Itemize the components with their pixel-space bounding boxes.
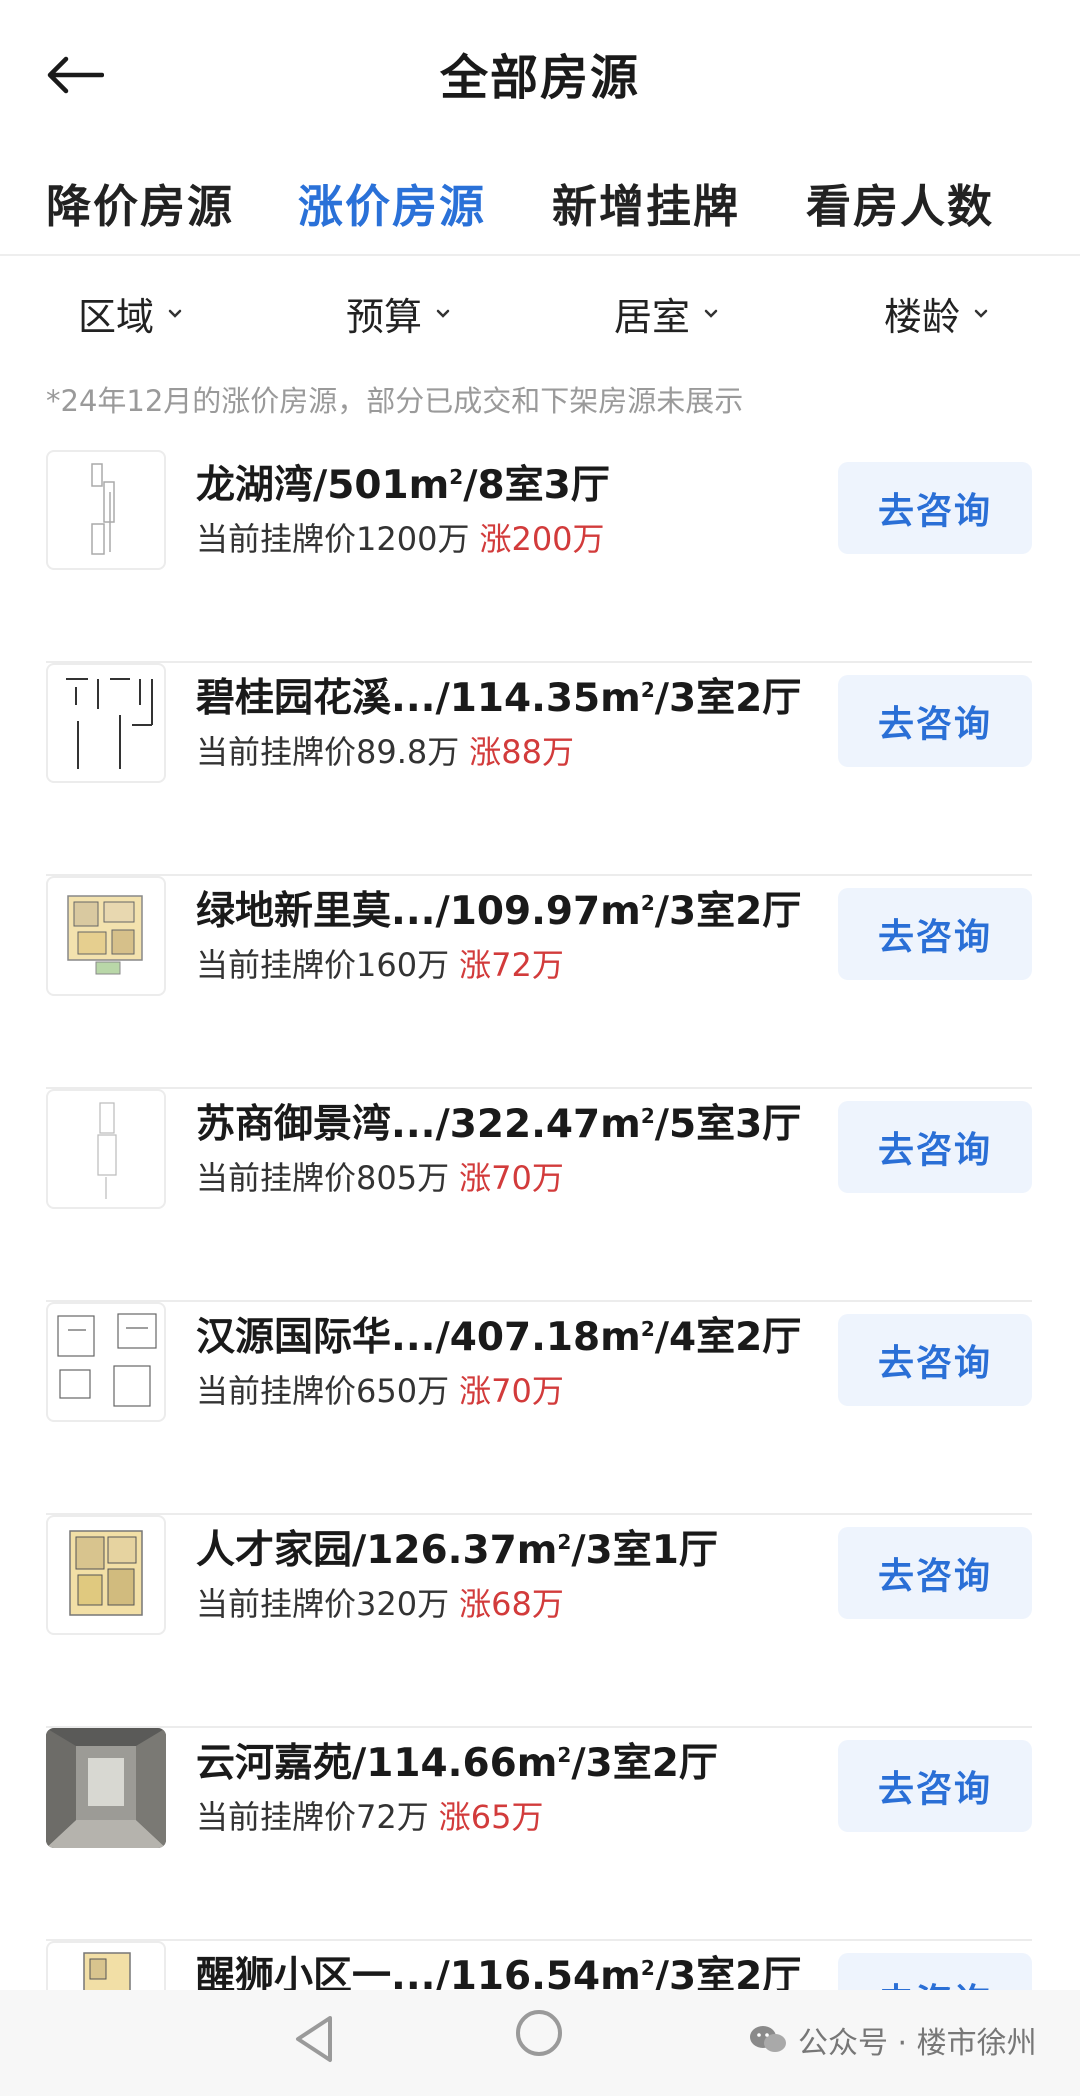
listing-price: 当前挂牌价650万 涨70万 [196, 1372, 564, 1410]
filter-budget[interactable]: 预算 [346, 286, 452, 341]
filter-area[interactable]: 区域 [78, 286, 184, 341]
consult-button[interactable]: 去咨询 [838, 888, 1032, 980]
filter-label: 区域 [78, 295, 155, 339]
consult-button[interactable]: 去咨询 [838, 462, 1032, 554]
listing-row[interactable]: 碧桂园花溪.../114.35m2/3室2厅 当前挂牌价89.8万 涨88万 去咨… [46, 663, 1032, 876]
watermark: 公众号 · 楼市徐州 [748, 2018, 1037, 2062]
chevron-down-icon [974, 309, 988, 318]
consult-button[interactable]: 去咨询 [838, 675, 1032, 767]
filter-bar: 区域 预算 居室 楼龄 [0, 280, 1080, 350]
wechat-icon [750, 2026, 786, 2052]
listing-row[interactable]: 云河嘉苑/114.66m2/3室2厅 当前挂牌价72万 涨65万 去咨询 [46, 1728, 1032, 1941]
floorplan-thumbnail [46, 876, 166, 996]
price-rise: 涨68万 [459, 1585, 564, 1623]
filter-rooms[interactable]: 居室 [614, 286, 720, 341]
floorplan-thumbnail [46, 1089, 166, 1209]
tab-new-listing[interactable]: 新增挂牌 [552, 170, 740, 235]
listing-title: 龙湖湾/501m2/8室3厅 [196, 463, 610, 508]
floorplan-thumbnail [46, 1941, 166, 1990]
listing-price: 当前挂牌价160万 涨72万 [196, 946, 564, 984]
listing-row[interactable]: 醒狮小区一.../116.54m2/3室2厅 去咨询 [46, 1941, 1032, 1990]
price-rise: 涨65万 [438, 1798, 544, 1836]
tab-viewers[interactable]: 看房人数 [806, 170, 994, 235]
consult-button[interactable]: 去咨询 [838, 1527, 1032, 1619]
listing-price: 当前挂牌价805万 涨70万 [196, 1159, 564, 1197]
listing-price: 当前挂牌价320万 涨68万 [196, 1585, 564, 1623]
listing-row[interactable]: 人才家园/126.37m2/3室1厅 当前挂牌价320万 涨68万 去咨询 [46, 1515, 1032, 1728]
chevron-down-icon [436, 309, 450, 318]
price-rise: 涨70万 [459, 1159, 564, 1197]
filter-label: 楼龄 [884, 295, 961, 339]
listing-row[interactable]: 绿地新里莫.../109.97m2/3室2厅 当前挂牌价160万 涨72万 去咨询 [46, 876, 1032, 1089]
listing-row[interactable]: 苏商御景湾.../322.47m2/5室3厅 当前挂牌价805万 涨70万 去咨询 [46, 1089, 1032, 1302]
filter-label: 预算 [346, 295, 423, 339]
floorplan-thumbnail [46, 1515, 166, 1635]
consult-button[interactable]: 去咨询 [838, 1740, 1032, 1832]
consult-button[interactable]: 去咨询 [838, 1101, 1032, 1193]
listing-price: 当前挂牌价1200万 涨200万 [196, 520, 605, 558]
price-rise: 涨70万 [459, 1372, 564, 1410]
tab-price-rise[interactable]: 涨价房源 [298, 170, 486, 235]
listing-row[interactable]: 龙湖湾/501m2/8室3厅 当前挂牌价1200万 涨200万 去咨询 [46, 450, 1032, 663]
floorplan-thumbnail [46, 1302, 166, 1422]
price-rise: 涨72万 [459, 946, 564, 984]
listing-title: 绿地新里莫.../109.97m2/3室2厅 [196, 889, 802, 934]
filter-label: 居室 [614, 295, 691, 339]
consult-button[interactable]: 去咨询 [838, 1953, 1032, 1990]
consult-button[interactable]: 去咨询 [838, 1314, 1032, 1406]
nav-home-icon[interactable] [516, 2010, 562, 2056]
listing-title: 汉源国际华.../407.18m2/4室2厅 [196, 1315, 802, 1360]
floorplan-thumbnail [46, 450, 166, 570]
tab-price-drop[interactable]: 降价房源 [46, 170, 234, 235]
listing-title: 云河嘉苑/114.66m2/3室2厅 [196, 1741, 718, 1786]
tab-bar: 降价房源 涨价房源 新增挂牌 看房人数 [0, 160, 1080, 256]
chevron-down-icon [704, 309, 718, 318]
price-rise: 涨200万 [479, 520, 605, 558]
price-rise: 涨88万 [469, 733, 574, 771]
page-title: 全部房源 [439, 50, 640, 106]
watermark-text: 公众号 · 楼市徐州 [798, 2026, 1037, 2061]
system-nav-bar: 公众号 · 楼市徐州 [0, 1990, 1080, 2096]
filter-building-age[interactable]: 楼龄 [884, 286, 990, 341]
listing-note: *24年12月的涨价房源，部分已成交和下架房源未展示 [46, 384, 744, 418]
listing-price: 当前挂牌价89.8万 涨88万 [196, 733, 574, 771]
room-photo-thumbnail [46, 1728, 166, 1848]
header: 全部房源 [0, 0, 1080, 150]
floorplan-thumbnail [46, 663, 166, 783]
listing-title: 碧桂园花溪.../114.35m2/3室2厅 [196, 676, 802, 721]
chevron-down-icon [168, 309, 182, 318]
nav-back-icon[interactable] [292, 2014, 336, 2064]
listing-title: 人才家园/126.37m2/3室1厅 [196, 1528, 718, 1573]
listing-price: 当前挂牌价72万 涨65万 [196, 1798, 544, 1836]
listing-title: 醒狮小区一.../116.54m2/3室2厅 [196, 1954, 802, 1990]
listing-title: 苏商御景湾.../322.47m2/5室3厅 [196, 1102, 802, 1147]
listing-row[interactable]: 汉源国际华.../407.18m2/4室2厅 当前挂牌价650万 涨70万 去咨询 [46, 1302, 1032, 1515]
